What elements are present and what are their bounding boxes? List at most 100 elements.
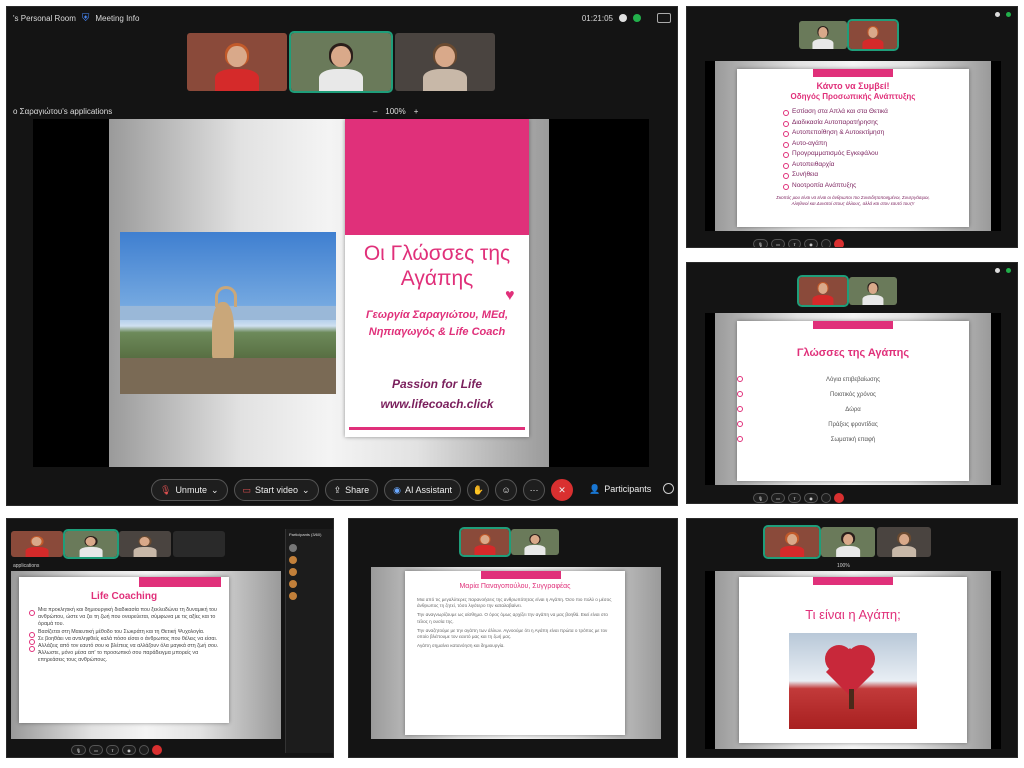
video-tile[interactable] [511,529,559,555]
list-item: Αυτοπεποίθηση & Αυτοεκτίμηση [783,128,963,139]
ai-assistant-button[interactable]: ◉ [122,745,136,755]
end-meeting-button[interactable] [833,493,844,503]
recording-icon [995,11,1000,17]
meeting-info-link[interactable]: Meeting Info [95,14,139,23]
unmute-button[interactable]: 🎙 [71,745,87,755]
raise-hand-button[interactable]: ✋ [467,479,490,501]
video-tile[interactable] [187,33,287,91]
more-options-button[interactable]: ··· [523,479,546,501]
list-item: Σε βοηθάει να αντιληφθείς καλά πόσο είσα… [29,636,221,646]
screenshot-panel-quote: Μαρία Παναγοπούλου, Συγγραφέας Μια από τ… [348,518,678,758]
slide-pink-footer [349,427,525,430]
life-coaching-title: Life Coaching [90,591,158,602]
participant-avatar[interactable] [289,580,297,588]
video-tile[interactable] [877,527,931,557]
participant-avatar[interactable] [289,544,297,552]
life-coaching-list: Μια προκλητική και δημιουργική διαδικασί… [29,607,221,665]
quote-slide-card: Μαρία Παναγοπούλου, Συγγραφέας Μια από τ… [405,571,625,735]
unmute-button[interactable]: 🎙 Unmute ⌄ [151,479,228,501]
ai-assistant-button[interactable]: ◉ [804,239,818,247]
end-meeting-button[interactable] [833,239,844,247]
start-video-button[interactable]: ▭ [771,493,785,503]
meeting-controls: 🎙 ▭ ⇪ ◉ [753,239,844,247]
participant-avatar[interactable] [289,592,297,600]
heart-tree-image [789,633,917,729]
recording-icon [619,14,627,22]
guide-title: Κάντο να Συμβεί! [816,81,890,91]
recording-icon [995,267,1000,273]
reactions-button[interactable]: ☺ [495,479,518,501]
guide-list: Εστίαση στα Απλά και στα Θετικά Διαδικασ… [783,107,963,191]
zoom-in-button[interactable]: + [414,107,419,116]
raise-hand-button[interactable] [820,239,831,247]
participants-header: Participants (3/60) [289,532,322,537]
end-meeting-button[interactable] [151,745,162,755]
screenshot-panel-what-is-love: 100% Τι είναι η Αγάπη; [686,518,1018,758]
video-tile[interactable] [849,277,897,305]
video-tile[interactable] [395,33,495,91]
languages-title: Γλώσσες της Αγάπης [796,347,910,359]
list-item: Νοοτροπία Ανάπτυξης [783,181,963,192]
raise-hand-button[interactable] [820,493,831,503]
unmute-button[interactable]: 🎙 [753,239,769,247]
share-button[interactable]: ⇪ Share [324,479,379,501]
share-button[interactable]: ⇪ [787,493,802,503]
participant-avatar[interactable] [289,556,297,564]
quote-paragraph: Την αναγνωρίζουμε ως αίσθημα. Ο όρος όμω… [417,612,608,624]
slide-tagline: Passion for Life [391,377,483,391]
chevron-down-icon[interactable]: ⌄ [302,485,310,496]
quote-title: Μαρία Παναγοπούλου, Συγγραφέας [459,583,571,590]
list-item: Δώρα [737,403,969,418]
chat-icon[interactable] [663,483,674,494]
video-tile[interactable] [11,531,63,557]
video-tile[interactable] [119,531,171,557]
video-tile-active-speaker[interactable] [797,275,849,307]
share-button[interactable]: ⇪ [105,745,120,755]
video-tile-active-speaker[interactable] [289,31,393,93]
start-video-button[interactable]: ▭ [89,745,103,755]
shared-content-stage: Οι Γλώσσες της Αγάπης ♥ Γεωργία Σαραγιώτ… [33,119,649,467]
list-item: Εστίαση στα Απλά και στα Θετικά [783,107,963,118]
video-tile[interactable] [799,21,847,49]
quote-paragraph: Μια από τις μεγαλύτερες παρανοήσεις της … [417,597,612,609]
slide-title: Οι Γλώσσες της Αγάπης [363,242,511,290]
video-tile-active-speaker[interactable] [63,529,119,559]
ai-assistant-button[interactable]: ◉ AI Assistant [384,479,462,501]
video-tile-active-speaker[interactable] [847,19,899,51]
video-tile-active-speaker[interactable] [763,525,821,559]
layout-icon[interactable] [657,13,671,23]
unmute-button[interactable]: 🎙 [753,493,769,503]
participants-button[interactable]: 👤 Participants [581,479,659,499]
zoom-out-button[interactable]: – [373,107,377,116]
end-meeting-button[interactable]: ✕ [551,479,574,501]
connection-status-icon [1006,11,1011,17]
list-item: Αλλάζεις από τον εαυτό σου κι βλέπεις να… [29,643,221,665]
ai-assistant-button[interactable]: ◉ [804,493,818,503]
video-tile[interactable] [173,531,225,557]
start-video-button[interactable]: ▭ Start video ⌄ [233,479,319,501]
meeting-controls: 🎙 Unmute ⌄ ▭ Start video ⌄ ⇪ Share ◉ AI Assist… [151,479,574,501]
guide-slide-card: Κάντο να Συμβεί! Οδηγός Προσωπικής Ανάπτ… [737,69,969,227]
shield-icon[interactable]: ⛨ [82,13,90,24]
shared-app-label: ο Σαραγιώτου's applications [13,106,113,116]
share-button[interactable]: ⇪ [787,239,802,247]
meeting-time: 01:21:05 [581,13,613,23]
guide-footer: Σκοπός μου είναι να είναι οι άνθρωποι πι… [776,195,930,206]
life-coaching-slide-card: Life Coaching Μια προκλητική και δημιουρ… [19,577,229,723]
video-tile-active-speaker[interactable] [459,527,511,557]
list-item: Διαδικασία Αυτοπαρατήρησης [783,118,963,129]
zoom-level[interactable]: 100% [837,563,850,569]
raise-hand-button[interactable] [138,745,149,755]
participant-avatar[interactable] [289,568,297,576]
slide-author: Γεωργία Σαραγιώτου, MEd, Νηπιαγωγός & Li… [365,309,509,338]
list-item: Βασίζεται στη Μαιευτική μέθοδο του Σωκρά… [29,629,221,638]
zoom-level[interactable]: 100% [385,107,405,116]
heart-icon: ♥ [505,287,515,304]
list-item: Συνήθεια [783,170,963,181]
main-topbar: 's Personal Room ⛨ Meeting Info 01:21:05 [7,7,677,29]
list-item: Πράξεις φροντίδας [737,418,969,433]
chevron-down-icon[interactable]: ⌄ [211,485,219,496]
video-tile[interactable] [821,527,875,557]
start-video-button[interactable]: ▭ [771,239,785,247]
title-slide-card: Οι Γλώσσες της Αγάπης ♥ Γεωργία Σαραγιώτ… [345,119,529,437]
